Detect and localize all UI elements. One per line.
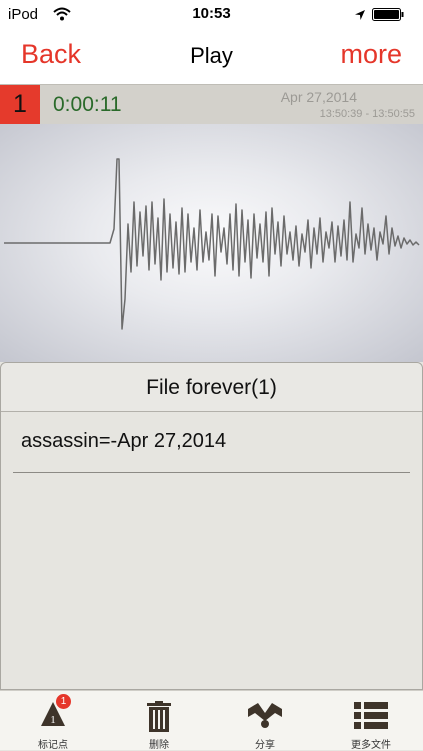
tab-share[interactable]: 分享 [212, 691, 318, 751]
file-list-panel: File forever(1) assassin=-Apr 27,2014 [0, 362, 423, 690]
file-list-header: File forever(1) [1, 363, 422, 412]
tab-bar: 1 1 标记点 删除 分享 更多文件 [0, 690, 423, 751]
tab-label-share: 分享 [255, 740, 275, 751]
list-divider [13, 472, 410, 473]
recording-date: Apr 27,2014 [280, 89, 357, 105]
tab-label-more-files: 更多文件 [351, 740, 391, 751]
list-icon [354, 702, 388, 729]
tab-marker[interactable]: 1 1 标记点 [0, 691, 106, 751]
share-icon [248, 703, 282, 728]
marker-number: 1 [50, 714, 56, 726]
navigation-bar: Back Play more [0, 30, 423, 84]
waveform-graphic [4, 158, 420, 330]
trash-icon [147, 701, 171, 732]
recording-index: 1 [0, 85, 40, 125]
recording-time-range: 13:50:39 - 13:50:55 [319, 108, 415, 120]
file-list-item[interactable]: assassin=-Apr 27,2014 [21, 430, 226, 453]
recording-duration: 0:00:11 [53, 93, 122, 116]
tab-label-marker: 标记点 [38, 740, 68, 751]
tab-more-files[interactable]: 更多文件 [318, 691, 423, 751]
status-bar: iPod 10:53 [0, 0, 423, 30]
more-button[interactable]: more [340, 39, 402, 70]
battery-icon [372, 8, 405, 21]
location-arrow-icon [354, 8, 366, 26]
tab-delete[interactable]: 删除 [106, 691, 212, 751]
tab-label-delete: 删除 [149, 740, 169, 751]
marker-count-badge: 1 [56, 694, 71, 709]
waveform-view[interactable] [0, 124, 423, 362]
recording-info-row[interactable]: 1 0:00:11 Apr 27,2014 13:50:39 - 13:50:5… [0, 84, 423, 125]
